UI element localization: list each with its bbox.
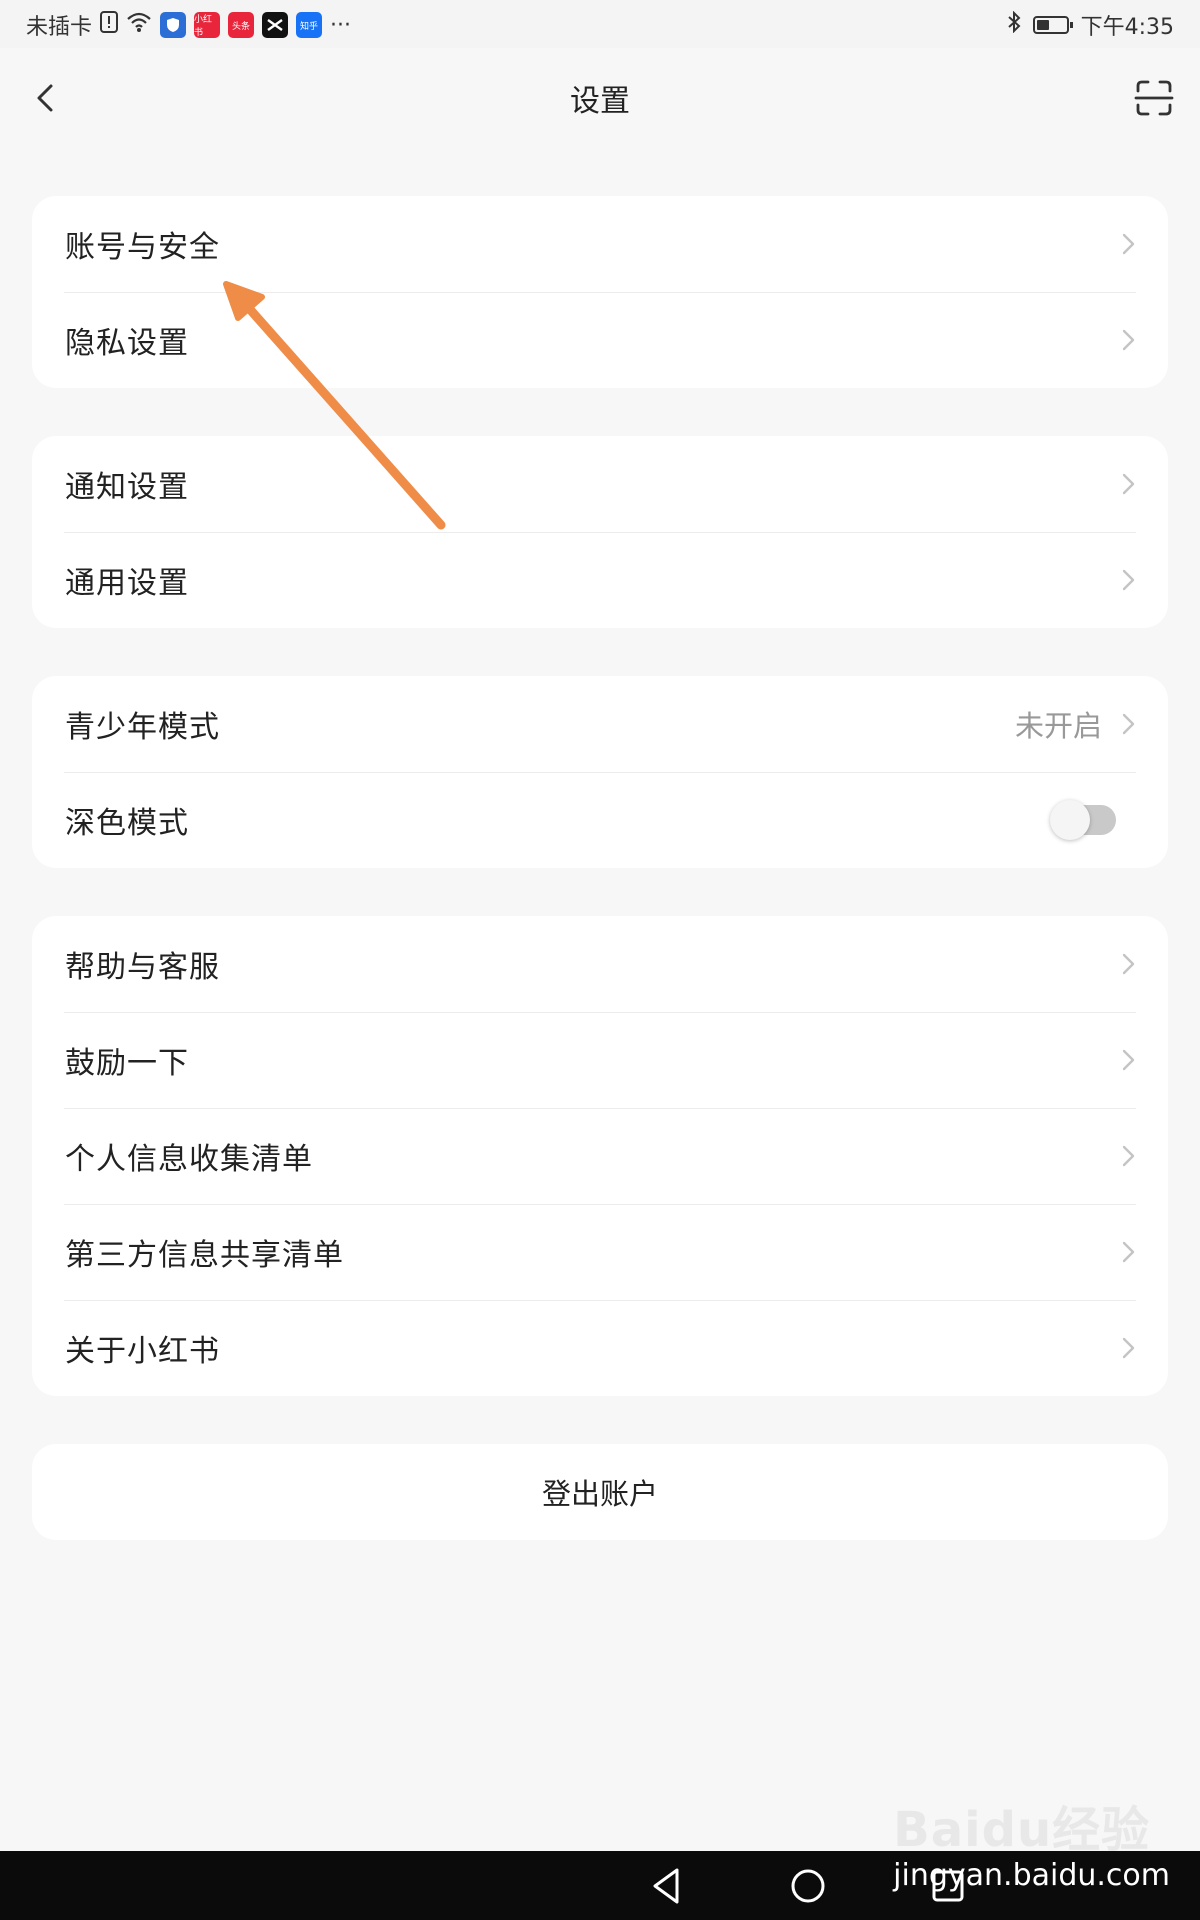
settings-row-help[interactable]: 帮助与客服	[32, 916, 1168, 1012]
chevron-right-icon	[1122, 953, 1135, 975]
zhihu-app-icon: 知乎	[296, 12, 323, 38]
toggle-knob	[1050, 800, 1090, 840]
scan-icon	[1134, 80, 1174, 116]
row-label: 隐私设置	[65, 326, 189, 361]
chevron-right-icon	[1122, 1241, 1135, 1263]
baidu-watermark: Baidu经验 jingyan.baidu.com	[893, 1790, 1170, 1893]
bluetooth-icon	[1007, 10, 1021, 39]
row-label: 鼓励一下	[65, 1046, 189, 1081]
sim-alert-icon	[100, 11, 119, 39]
row-label: 第三方信息共享清单	[65, 1238, 344, 1273]
dark-mode-toggle[interactable]	[1050, 800, 1116, 840]
status-time: 下午4:35	[1080, 15, 1174, 40]
row-label: 关于小红书	[65, 1334, 220, 1369]
row-label: 账号与安全	[65, 230, 220, 265]
display-modes-group: 青少年模式 未开启 深色模式	[32, 676, 1168, 868]
settings-row-privacy[interactable]: 隐私设置	[32, 292, 1168, 388]
settings-row-personal-info-list[interactable]: 个人信息收集清单	[32, 1108, 1168, 1204]
youth-mode-status: 未开启	[1014, 709, 1102, 743]
chevron-right-icon	[1122, 1337, 1135, 1359]
settings-row-youth-mode[interactable]: 青少年模式 未开启	[32, 676, 1168, 772]
general-settings-group: 通知设置 通用设置	[32, 436, 1168, 628]
chevron-right-icon	[1122, 233, 1135, 255]
chevron-right-icon	[1122, 1145, 1135, 1167]
settings-row-about[interactable]: 关于小红书	[32, 1300, 1168, 1396]
about-group: 帮助与客服 鼓励一下 个人信息收集清单 第三方信息共享清单 关于小红书	[32, 916, 1168, 1396]
chevron-right-icon	[1122, 713, 1135, 735]
watermark-logo: Baidu经验	[893, 1802, 1151, 1858]
circle-home-icon	[791, 1869, 825, 1903]
capcut-app-icon	[262, 12, 289, 38]
settings-row-account-security[interactable]: 账号与安全	[32, 196, 1168, 292]
more-notifications-icon: ···	[330, 12, 351, 38]
settings-row-general[interactable]: 通用设置	[32, 532, 1168, 628]
chevron-right-icon	[1122, 1049, 1135, 1071]
xiaohongshu-app-icon: 小红书	[194, 12, 221, 38]
carrier-label: 未插卡	[26, 15, 93, 40]
page-title: 设置	[570, 84, 630, 119]
toutiao-app-icon: 头条	[228, 12, 255, 38]
row-label: 通知设置	[65, 470, 189, 505]
settings-row-encourage[interactable]: 鼓励一下	[32, 1012, 1168, 1108]
watermark-url: jingyan.baidu.com	[893, 1858, 1170, 1893]
row-label: 个人信息收集清单	[65, 1142, 313, 1177]
battery-icon	[1032, 16, 1073, 34]
chevron-right-icon	[1122, 473, 1135, 495]
chevron-right-icon	[1122, 329, 1135, 351]
row-label: 青少年模式	[65, 710, 220, 745]
account-settings-group: 账号与安全 隐私设置	[32, 196, 1168, 388]
triangle-back-icon	[653, 1868, 679, 1904]
row-label: 深色模式	[65, 806, 189, 841]
chevron-right-icon	[1122, 569, 1135, 591]
nav-bar: 设置	[0, 48, 1200, 148]
system-back-button[interactable]	[645, 1863, 691, 1909]
system-home-button[interactable]	[785, 1863, 831, 1909]
status-bar: 未插卡 小红书 头条 知乎 ··· 下午4:35	[0, 0, 1200, 48]
settings-row-notifications[interactable]: 通知设置	[32, 436, 1168, 532]
scan-button[interactable]	[1132, 76, 1176, 120]
shield-app-icon	[160, 12, 187, 38]
wifi-icon	[126, 11, 152, 39]
settings-row-dark-mode: 深色模式	[32, 772, 1168, 868]
row-label: 通用设置	[65, 566, 189, 601]
logout-button[interactable]: 登出账户	[32, 1444, 1168, 1540]
row-label: 帮助与客服	[65, 950, 220, 985]
settings-row-third-party-list[interactable]: 第三方信息共享清单	[32, 1204, 1168, 1300]
